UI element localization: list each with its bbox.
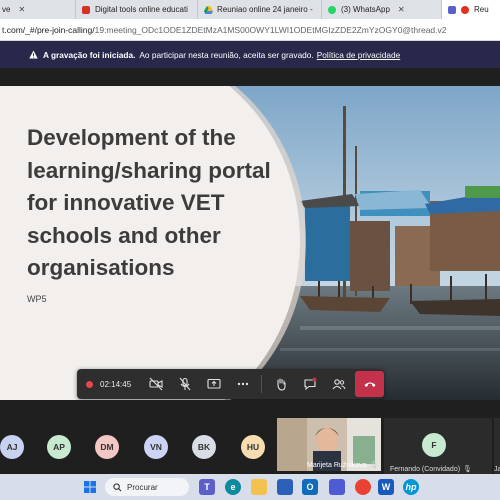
- phone-hangup-icon: [364, 382, 375, 387]
- banner-text: Ao participar nesta reunião, aceita ser …: [139, 49, 314, 60]
- shared-slide: Development of the learning/sharing port…: [0, 86, 500, 400]
- participant-avatar[interactable]: DM: [95, 435, 119, 459]
- participant-name: Fernando (Convidado) 🎙︎: [390, 465, 472, 473]
- close-icon[interactable]: ✕: [18, 5, 25, 14]
- windows-start-icon[interactable]: [82, 479, 98, 495]
- recording-dot-icon: [86, 380, 93, 388]
- participant-tile-fernando[interactable]: F Fernando (Convidado) 🎙︎: [384, 418, 492, 474]
- tab-label: Digital tools online educati: [95, 5, 188, 14]
- tab-reuniao-online[interactable]: Reuniao online 24 janeiro - ✕: [198, 0, 322, 19]
- participant-avatar: F: [422, 433, 446, 457]
- close-icon[interactable]: ✕: [398, 5, 405, 14]
- banner-bold: A gravação foi iniciada.: [43, 49, 136, 60]
- recording-time: 02:14:45: [100, 379, 132, 389]
- tab-label: Reu: [474, 5, 489, 14]
- recording-icon: [461, 5, 469, 14]
- more-options-button[interactable]: [228, 369, 257, 399]
- more-icon: [237, 382, 248, 386]
- participant-avatar[interactable]: HU: [241, 435, 265, 459]
- word-icon[interactable]: W: [378, 479, 394, 495]
- participants-button[interactable]: [324, 369, 353, 399]
- store-icon[interactable]: [277, 479, 293, 495]
- whatsapp-icon: [328, 5, 336, 14]
- tab-label: ve: [2, 5, 11, 14]
- chrome-icon[interactable]: [355, 479, 371, 495]
- share-screen-button[interactable]: [199, 369, 228, 399]
- share-screen-icon: [206, 378, 221, 389]
- teams-icon: [448, 5, 456, 14]
- recording-indicator: 02:14:45: [77, 380, 141, 389]
- tab-previous[interactable]: ve ✕: [0, 0, 76, 19]
- edge-icon[interactable]: e: [225, 479, 241, 495]
- privacy-policy-link[interactable]: Política de privacidade: [317, 50, 400, 60]
- drive-icon: [204, 5, 213, 14]
- screen: ve ✕ Digital tools online educati ✕ Reun…: [0, 0, 500, 500]
- url-rest: 19:meeting_ODc1ODE1ZDEtMzA1MS00OWY1LWI1O…: [94, 24, 447, 35]
- url-text[interactable]: t.com/_#/pre-join-calling/19:meeting_ODc…: [2, 25, 447, 35]
- stage-gap: [0, 68, 500, 86]
- teams-icon[interactable]: T: [199, 479, 215, 495]
- tab-label: Reuniao online 24 janeiro -: [217, 5, 313, 14]
- outlook-icon[interactable]: O: [302, 479, 318, 495]
- browser-tab-strip: ve ✕ Digital tools online educati ✕ Reun…: [0, 0, 500, 19]
- slide-subtitle: WP5: [27, 294, 47, 304]
- call-controls: 02:14:45: [77, 369, 384, 399]
- participant-avatar[interactable]: AJ: [0, 435, 24, 459]
- participant-name-text: Fernando (Convidado): [390, 466, 461, 473]
- participant-name-text: Marijeta Ružnikova: [307, 462, 367, 469]
- raise-hand-button[interactable]: [266, 369, 295, 399]
- participants-strip: AJ AP DM VN BK HU Marijeta Ružnikova 🎙︎ F…: [0, 400, 500, 474]
- chat-button[interactable]: [295, 369, 324, 399]
- hand-icon: [276, 378, 286, 391]
- tab-digital-tools[interactable]: Digital tools online educati ✕: [76, 0, 198, 19]
- chat-icon: [303, 377, 316, 391]
- tab-label: (3) WhatsApp: [341, 5, 390, 14]
- pdf-icon: [82, 5, 90, 14]
- participant-avatar[interactable]: AP: [47, 435, 71, 459]
- file-explorer-icon[interactable]: [251, 479, 267, 495]
- search-label: Procurar: [127, 482, 158, 492]
- address-bar[interactable]: t.com/_#/pre-join-calling/19:meeting_ODc…: [0, 19, 500, 41]
- participant-tile-partial[interactable]: Ja: [494, 418, 500, 474]
- hang-up-button[interactable]: [355, 371, 384, 397]
- mic-off-icon: 🎙︎: [369, 462, 379, 469]
- hp-icon[interactable]: hp: [403, 479, 419, 495]
- slide-title: Development of the learning/sharing port…: [27, 125, 271, 280]
- taskbar: Procurar T e O W hp: [0, 474, 500, 500]
- divider: [261, 375, 262, 393]
- tab-whatsapp[interactable]: (3) WhatsApp ✕: [322, 0, 442, 19]
- participant-name: Ja: [494, 466, 500, 473]
- recording-banner: A gravação foi iniciada. Ao participar n…: [0, 41, 500, 68]
- search-icon: [113, 482, 122, 491]
- mic-off-icon: [179, 377, 190, 391]
- warning-icon: [29, 50, 38, 59]
- camera-off-button[interactable]: [141, 369, 170, 399]
- mic-off-icon: 🎙︎: [463, 466, 472, 473]
- participant-avatar[interactable]: BK: [192, 435, 216, 459]
- tab-teams-meeting[interactable]: Reu: [442, 0, 500, 19]
- url-prefix: t.com/_#/pre-join-calling/: [2, 24, 95, 35]
- taskbar-search[interactable]: Procurar: [105, 478, 189, 496]
- participant-name: Marijeta Ružnikova 🎙︎: [307, 461, 378, 469]
- teams-chat-icon[interactable]: [329, 479, 345, 495]
- camera-off-icon: [148, 377, 163, 391]
- mute-button[interactable]: [170, 369, 199, 399]
- people-icon: [332, 379, 345, 390]
- participant-video-tile[interactable]: Marijeta Ružnikova 🎙︎: [277, 418, 381, 471]
- participant-avatar[interactable]: VN: [144, 435, 168, 459]
